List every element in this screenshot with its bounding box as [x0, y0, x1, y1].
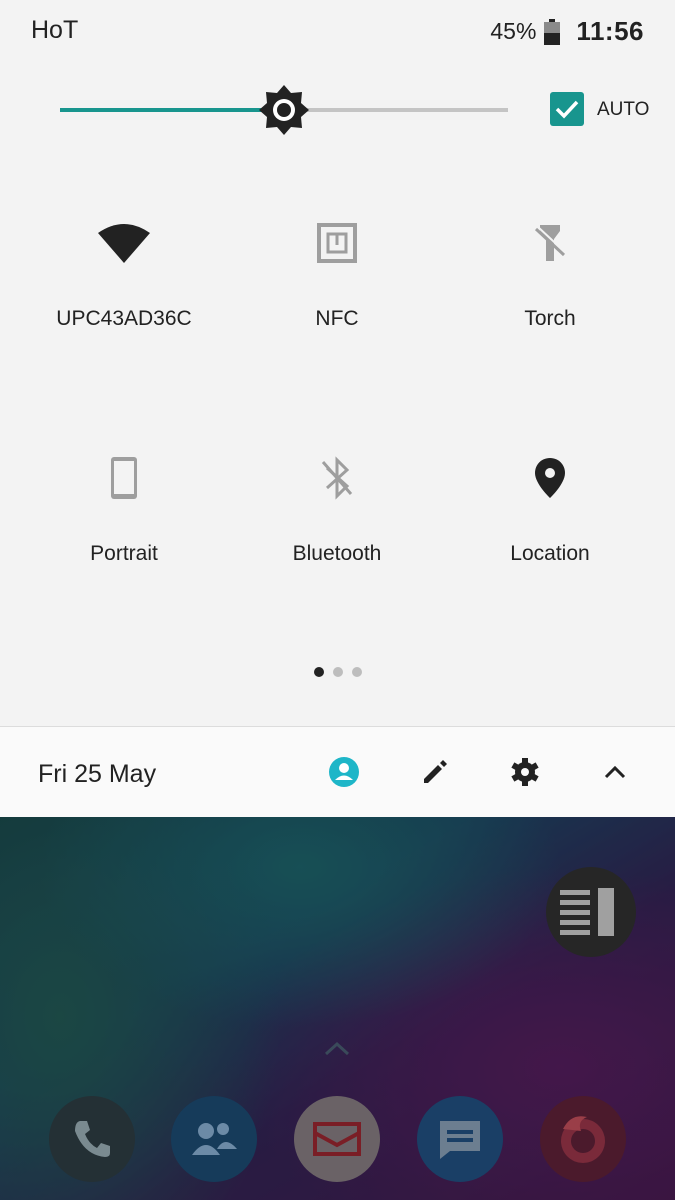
quick-settings-panel: HoT 45% 11:56 AUTO UPC43AD36C NFC Torch … [0, 0, 675, 818]
app-drawer-button[interactable] [546, 867, 636, 957]
tile-label: Bluetooth [292, 542, 382, 565]
message-icon [440, 1121, 480, 1159]
drawer-icon [560, 888, 614, 936]
tile-label: Portrait [90, 542, 158, 565]
mail-app[interactable] [294, 1096, 380, 1182]
page-dot[interactable] [332, 667, 343, 677]
firefox-app[interactable] [540, 1096, 626, 1182]
tile-wifi[interactable]: UPC43AD36C [14, 215, 234, 415]
status-right: 45% 11:56 [490, 16, 644, 47]
page-indicator [0, 667, 675, 677]
contacts-icon [192, 1123, 237, 1155]
tile-label: UPC43AD36C [56, 307, 192, 330]
chevron-up-icon [324, 1041, 350, 1056]
tile-torch[interactable]: Torch [440, 215, 660, 415]
page-dot[interactable] [313, 667, 324, 677]
gear-icon [511, 758, 539, 786]
phone-app[interactable] [49, 1096, 135, 1182]
battery-icon [544, 18, 561, 45]
page-dot[interactable] [351, 667, 362, 677]
location-pin-icon [522, 450, 578, 506]
clock: 11:56 [576, 16, 644, 46]
check-icon [555, 100, 579, 119]
bluetooth-off-icon [309, 450, 365, 506]
tile-nfc[interactable]: NFC [227, 215, 447, 415]
firefox-icon [561, 1116, 605, 1163]
contacts-app[interactable] [171, 1096, 257, 1182]
date-label: Fri 25 May [38, 760, 157, 788]
phone-icon [75, 1121, 110, 1157]
settings-button[interactable] [510, 757, 540, 787]
tile-label: Torch [524, 307, 576, 330]
screen-rotation-icon [96, 450, 152, 506]
collapse-button[interactable] [600, 757, 630, 787]
tile-label: NFC [315, 307, 359, 330]
tile-label: Location [510, 542, 590, 565]
tile-portrait[interactable]: Portrait [14, 450, 234, 650]
carrier-name: HoT [31, 16, 79, 44]
panel-footer: Fri 25 May [0, 726, 675, 818]
wifi-icon [96, 215, 152, 271]
brightness-fill [60, 108, 284, 112]
chevron-up-icon [604, 765, 626, 779]
brightness-icon[interactable] [259, 85, 309, 135]
flashlight-off-icon [522, 215, 578, 271]
messages-app[interactable] [417, 1096, 503, 1182]
auto-brightness-checkbox[interactable] [550, 92, 584, 126]
user-icon [329, 757, 359, 787]
tile-bluetooth[interactable]: Bluetooth [227, 450, 447, 650]
brightness-slider[interactable] [60, 85, 508, 135]
battery-percent: 45% [490, 18, 537, 44]
tile-location[interactable]: Location [440, 450, 660, 650]
nfc-icon [309, 215, 365, 271]
edit-button[interactable] [420, 757, 450, 787]
auto-brightness-label: AUTO [597, 99, 650, 120]
user-button[interactable] [329, 757, 359, 787]
pencil-icon [424, 760, 447, 783]
mail-icon [313, 1122, 361, 1156]
